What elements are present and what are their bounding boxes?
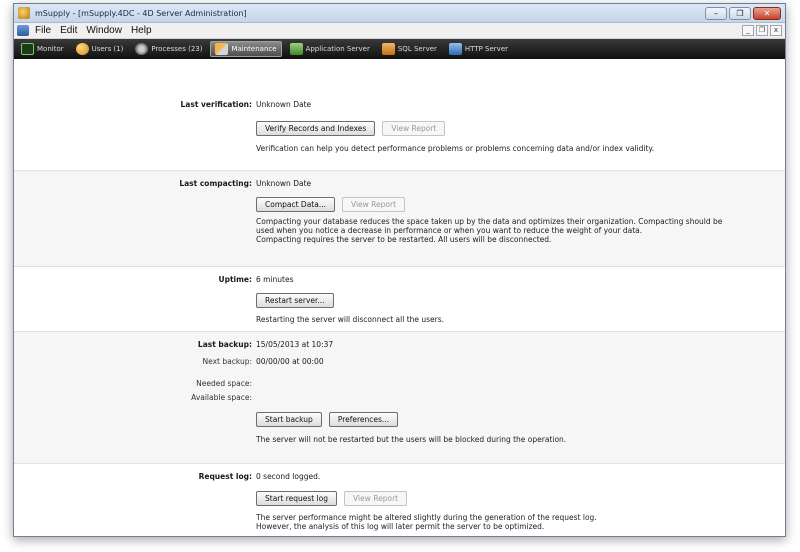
app-logo-icon: [18, 7, 30, 19]
tab-application-server[interactable]: Application Server: [286, 41, 374, 57]
tab-label: Application Server: [305, 45, 370, 53]
tab-label: Maintenance: [231, 45, 277, 53]
last-backup-label: Last backup:: [197, 340, 252, 349]
tab-label: SQL Server: [397, 45, 437, 53]
request-log-section: Request log: 0 second logged. Start requ…: [14, 464, 785, 536]
backup-preferences-button[interactable]: Preferences...: [328, 412, 399, 427]
verify-records-button[interactable]: Verify Records and Indexes: [256, 121, 376, 136]
backup-section: Last backup: 15/05/2013 at 10:37 Next ba…: [14, 332, 785, 464]
compacting-desc-line: used when you notice a decrease in perfo…: [256, 226, 643, 235]
backup-description: The server will not be restarted but the…: [256, 435, 567, 444]
last-verification-label: Last verification:: [180, 100, 252, 109]
next-backup-value: 00/00/00 at 00:00: [256, 357, 324, 366]
tab-processes[interactable]: Processes (23): [131, 41, 206, 57]
maintenance-icon: [215, 43, 229, 55]
application-server-icon: [289, 43, 303, 55]
verification-section: Last verification: Unknown Date Verify R…: [14, 60, 785, 171]
last-compacting-value: Unknown Date: [256, 179, 312, 188]
mdi-minimize-button[interactable]: _: [742, 25, 754, 36]
menu-bar: File Edit Window Help _ ❐ x: [14, 23, 785, 39]
processes-icon: [135, 43, 149, 55]
mdi-restore-button[interactable]: ❐: [756, 25, 768, 36]
uptime-section: Uptime: 6 minutes Restart server... Rest…: [14, 267, 785, 332]
next-backup-label: Next backup:: [202, 357, 253, 366]
request-log-value: 0 second logged.: [256, 472, 321, 481]
window-title: mSupply - [mSupply.4DC - 4D Server Admin…: [35, 8, 247, 18]
request-log-label: Request log:: [198, 472, 252, 481]
compact-data-button[interactable]: Compact Data...: [256, 197, 335, 212]
start-backup-button[interactable]: Start backup: [256, 412, 322, 427]
menu-help[interactable]: Help: [131, 25, 152, 36]
available-space-label: Available space:: [191, 393, 252, 402]
last-backup-value: 15/05/2013 at 10:37: [256, 340, 334, 349]
maintenance-panel: Last verification: Unknown Date Verify R…: [14, 60, 785, 536]
admin-tab-bar: Monitor Users (1) Processes (23) Mainten…: [14, 39, 785, 59]
document-icon[interactable]: [17, 25, 29, 36]
tab-label: HTTP Server: [464, 45, 508, 53]
users-icon: [75, 43, 89, 55]
mdi-close-button[interactable]: x: [770, 25, 782, 36]
compacting-description: Compacting your database reduces the spa…: [256, 217, 756, 244]
menu-edit[interactable]: Edit: [60, 25, 77, 36]
sql-server-icon: [381, 43, 395, 55]
uptime-label: Uptime:: [218, 275, 252, 284]
last-compacting-label: Last compacting:: [179, 179, 252, 188]
verification-description: Verification can help you detect perform…: [256, 144, 655, 153]
menu-window[interactable]: Window: [86, 25, 122, 36]
tab-label: Processes (23): [151, 45, 203, 53]
start-request-log-button[interactable]: Start request log: [256, 491, 338, 506]
minimize-button[interactable]: –: [705, 6, 727, 20]
compacting-desc-line: Compacting your database reduces the spa…: [256, 217, 723, 226]
tab-maintenance[interactable]: Maintenance: [210, 41, 282, 57]
compacting-section: Last compacting: Unknown Date Compact Da…: [14, 171, 785, 267]
app-window: mSupply - [mSupply.4DC - 4D Server Admin…: [13, 3, 786, 537]
close-button[interactable]: ✕: [753, 6, 781, 20]
title-bar: mSupply - [mSupply.4DC - 4D Server Admin…: [14, 4, 785, 23]
monitor-icon: [21, 43, 34, 55]
last-verification-value: Unknown Date: [256, 100, 312, 109]
maximize-button[interactable]: ❐: [729, 6, 751, 20]
uptime-value: 6 minutes: [256, 275, 294, 284]
verify-view-report-button[interactable]: View Report: [382, 121, 446, 136]
tab-label: Users (1): [91, 45, 124, 53]
tab-users[interactable]: Users (1): [72, 41, 128, 57]
window-controls: – ❐ ✕: [705, 6, 781, 20]
tab-sql-server[interactable]: SQL Server: [378, 41, 441, 57]
uptime-description: Restarting the server will disconnect al…: [256, 315, 445, 324]
request-log-description: The server performance might be altered …: [256, 513, 756, 531]
needed-space-label: Needed space:: [196, 379, 252, 388]
request-log-view-report-button[interactable]: View Report: [344, 491, 408, 506]
tab-label: Monitor: [37, 45, 64, 53]
http-server-icon: [448, 43, 462, 55]
tab-monitor[interactable]: Monitor: [17, 41, 68, 57]
menu-file[interactable]: File: [35, 25, 51, 36]
request-log-desc-line: However, the analysis of this log will l…: [256, 522, 545, 531]
compacting-desc-line: Compacting requires the server to be res…: [256, 235, 552, 244]
restart-server-button[interactable]: Restart server...: [256, 293, 334, 308]
compact-view-report-button[interactable]: View Report: [342, 197, 406, 212]
tab-http-server[interactable]: HTTP Server: [445, 41, 512, 57]
request-log-desc-line: The server performance might be altered …: [256, 513, 597, 522]
mdi-controls: _ ❐ x: [742, 25, 782, 36]
